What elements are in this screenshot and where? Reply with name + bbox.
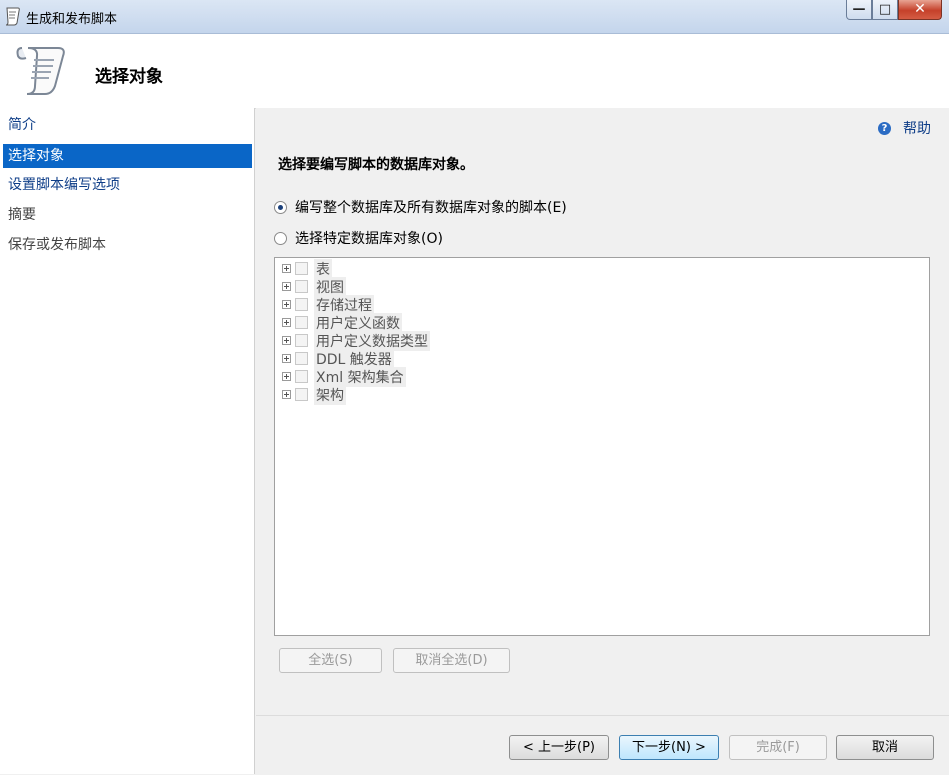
cancel-button[interactable]: 取消 — [836, 735, 934, 760]
deselect-all-button[interactable]: 取消全选(D) — [393, 648, 510, 673]
checkbox[interactable] — [295, 334, 308, 347]
close-button[interactable]: ✕ — [898, 0, 942, 20]
maximize-icon: □ — [878, 2, 892, 17]
tree-item-stored-procedures[interactable]: 存储过程 — [282, 294, 374, 315]
nav-item-summary: 摘要 — [8, 207, 36, 223]
tree-item-user-functions[interactable]: 用户定义函数 — [282, 312, 402, 333]
nav-item-save-publish: 保存或发布脚本 — [8, 237, 106, 253]
help-link[interactable]: ? 帮助 — [878, 118, 931, 138]
wizard-footer: < 上一步(P) 下一步(N) > 完成(F) 取消 — [256, 715, 949, 775]
instruction-text: 选择要编写脚本的数据库对象。 — [278, 157, 474, 173]
checkbox[interactable] — [295, 316, 308, 329]
tree-item-xml-schema-collections[interactable]: Xml 架构集合 — [282, 366, 406, 387]
nav-item-intro[interactable]: 简介 — [3, 113, 252, 137]
checkbox[interactable] — [295, 280, 308, 293]
minimize-icon: — — [852, 2, 866, 17]
object-tree: 表 视图 存储过程 用户定义函数 用户定义数据类型 DDL 触发器 Xml 架构… — [274, 257, 930, 636]
close-icon: ✕ — [914, 1, 926, 17]
wizard-steps-nav: 简介 选择对象 设置脚本编写选项 摘要 保存或发布脚本 — [0, 108, 255, 774]
script-scroll-icon — [16, 47, 65, 95]
radio-selected[interactable] — [274, 200, 287, 214]
expand-icon[interactable] — [282, 300, 291, 309]
option-script-entire-db[interactable]: 编写整个数据库及所有数据库对象的脚本(E) — [274, 197, 567, 217]
select-all-button[interactable]: 全选(S) — [279, 648, 382, 673]
checkbox[interactable] — [295, 388, 308, 401]
expand-icon[interactable] — [282, 282, 291, 291]
checkbox[interactable] — [295, 262, 308, 275]
page-title: 选择对象 — [95, 67, 163, 87]
expand-icon[interactable] — [282, 264, 291, 273]
tree-item-schemas[interactable]: 架构 — [282, 384, 346, 405]
help-label: 帮助 — [903, 121, 931, 137]
tree-item-ddl-triggers[interactable]: DDL 触发器 — [282, 348, 394, 369]
maximize-button[interactable]: □ — [872, 0, 898, 20]
title-bar: 生成和发布脚本 — □ ✕ — [0, 0, 949, 34]
expand-icon[interactable] — [282, 390, 291, 399]
nav-item-scripting-options[interactable]: 设置脚本编写选项 — [3, 173, 252, 197]
minimize-button[interactable]: — — [846, 0, 872, 20]
wizard-header: 选择对象 — [0, 34, 949, 109]
option-label: 选择特定数据库对象(O) — [295, 231, 443, 247]
option-select-specific[interactable]: 选择特定数据库对象(O) — [274, 228, 443, 248]
checkbox[interactable] — [295, 298, 308, 311]
back-button[interactable]: < 上一步(P) — [509, 735, 609, 760]
checkbox[interactable] — [295, 352, 308, 365]
expand-icon[interactable] — [282, 336, 291, 345]
finish-button[interactable]: 完成(F) — [729, 735, 827, 760]
expand-icon[interactable] — [282, 354, 291, 363]
main-pane: ? 帮助 选择要编写脚本的数据库对象。 编写整个数据库及所有数据库对象的脚本(E… — [256, 108, 949, 714]
nav-item-choose-objects[interactable]: 选择对象 — [3, 144, 252, 168]
help-icon: ? — [878, 121, 891, 135]
window-title: 生成和发布脚本 — [26, 12, 118, 27]
expand-icon[interactable] — [282, 318, 291, 327]
option-label: 编写整个数据库及所有数据库对象的脚本(E) — [295, 200, 567, 216]
window-controls: — □ ✕ — [846, 0, 942, 22]
next-button[interactable]: 下一步(N) > — [619, 735, 719, 760]
tree-item-tables[interactable]: 表 — [282, 258, 332, 279]
script-icon — [5, 7, 20, 26]
tree-item-views[interactable]: 视图 — [282, 276, 346, 297]
tree-item-user-data-types[interactable]: 用户定义数据类型 — [282, 330, 430, 351]
checkbox[interactable] — [295, 370, 308, 383]
radio-unselected[interactable] — [274, 231, 287, 245]
expand-icon[interactable] — [282, 372, 291, 381]
